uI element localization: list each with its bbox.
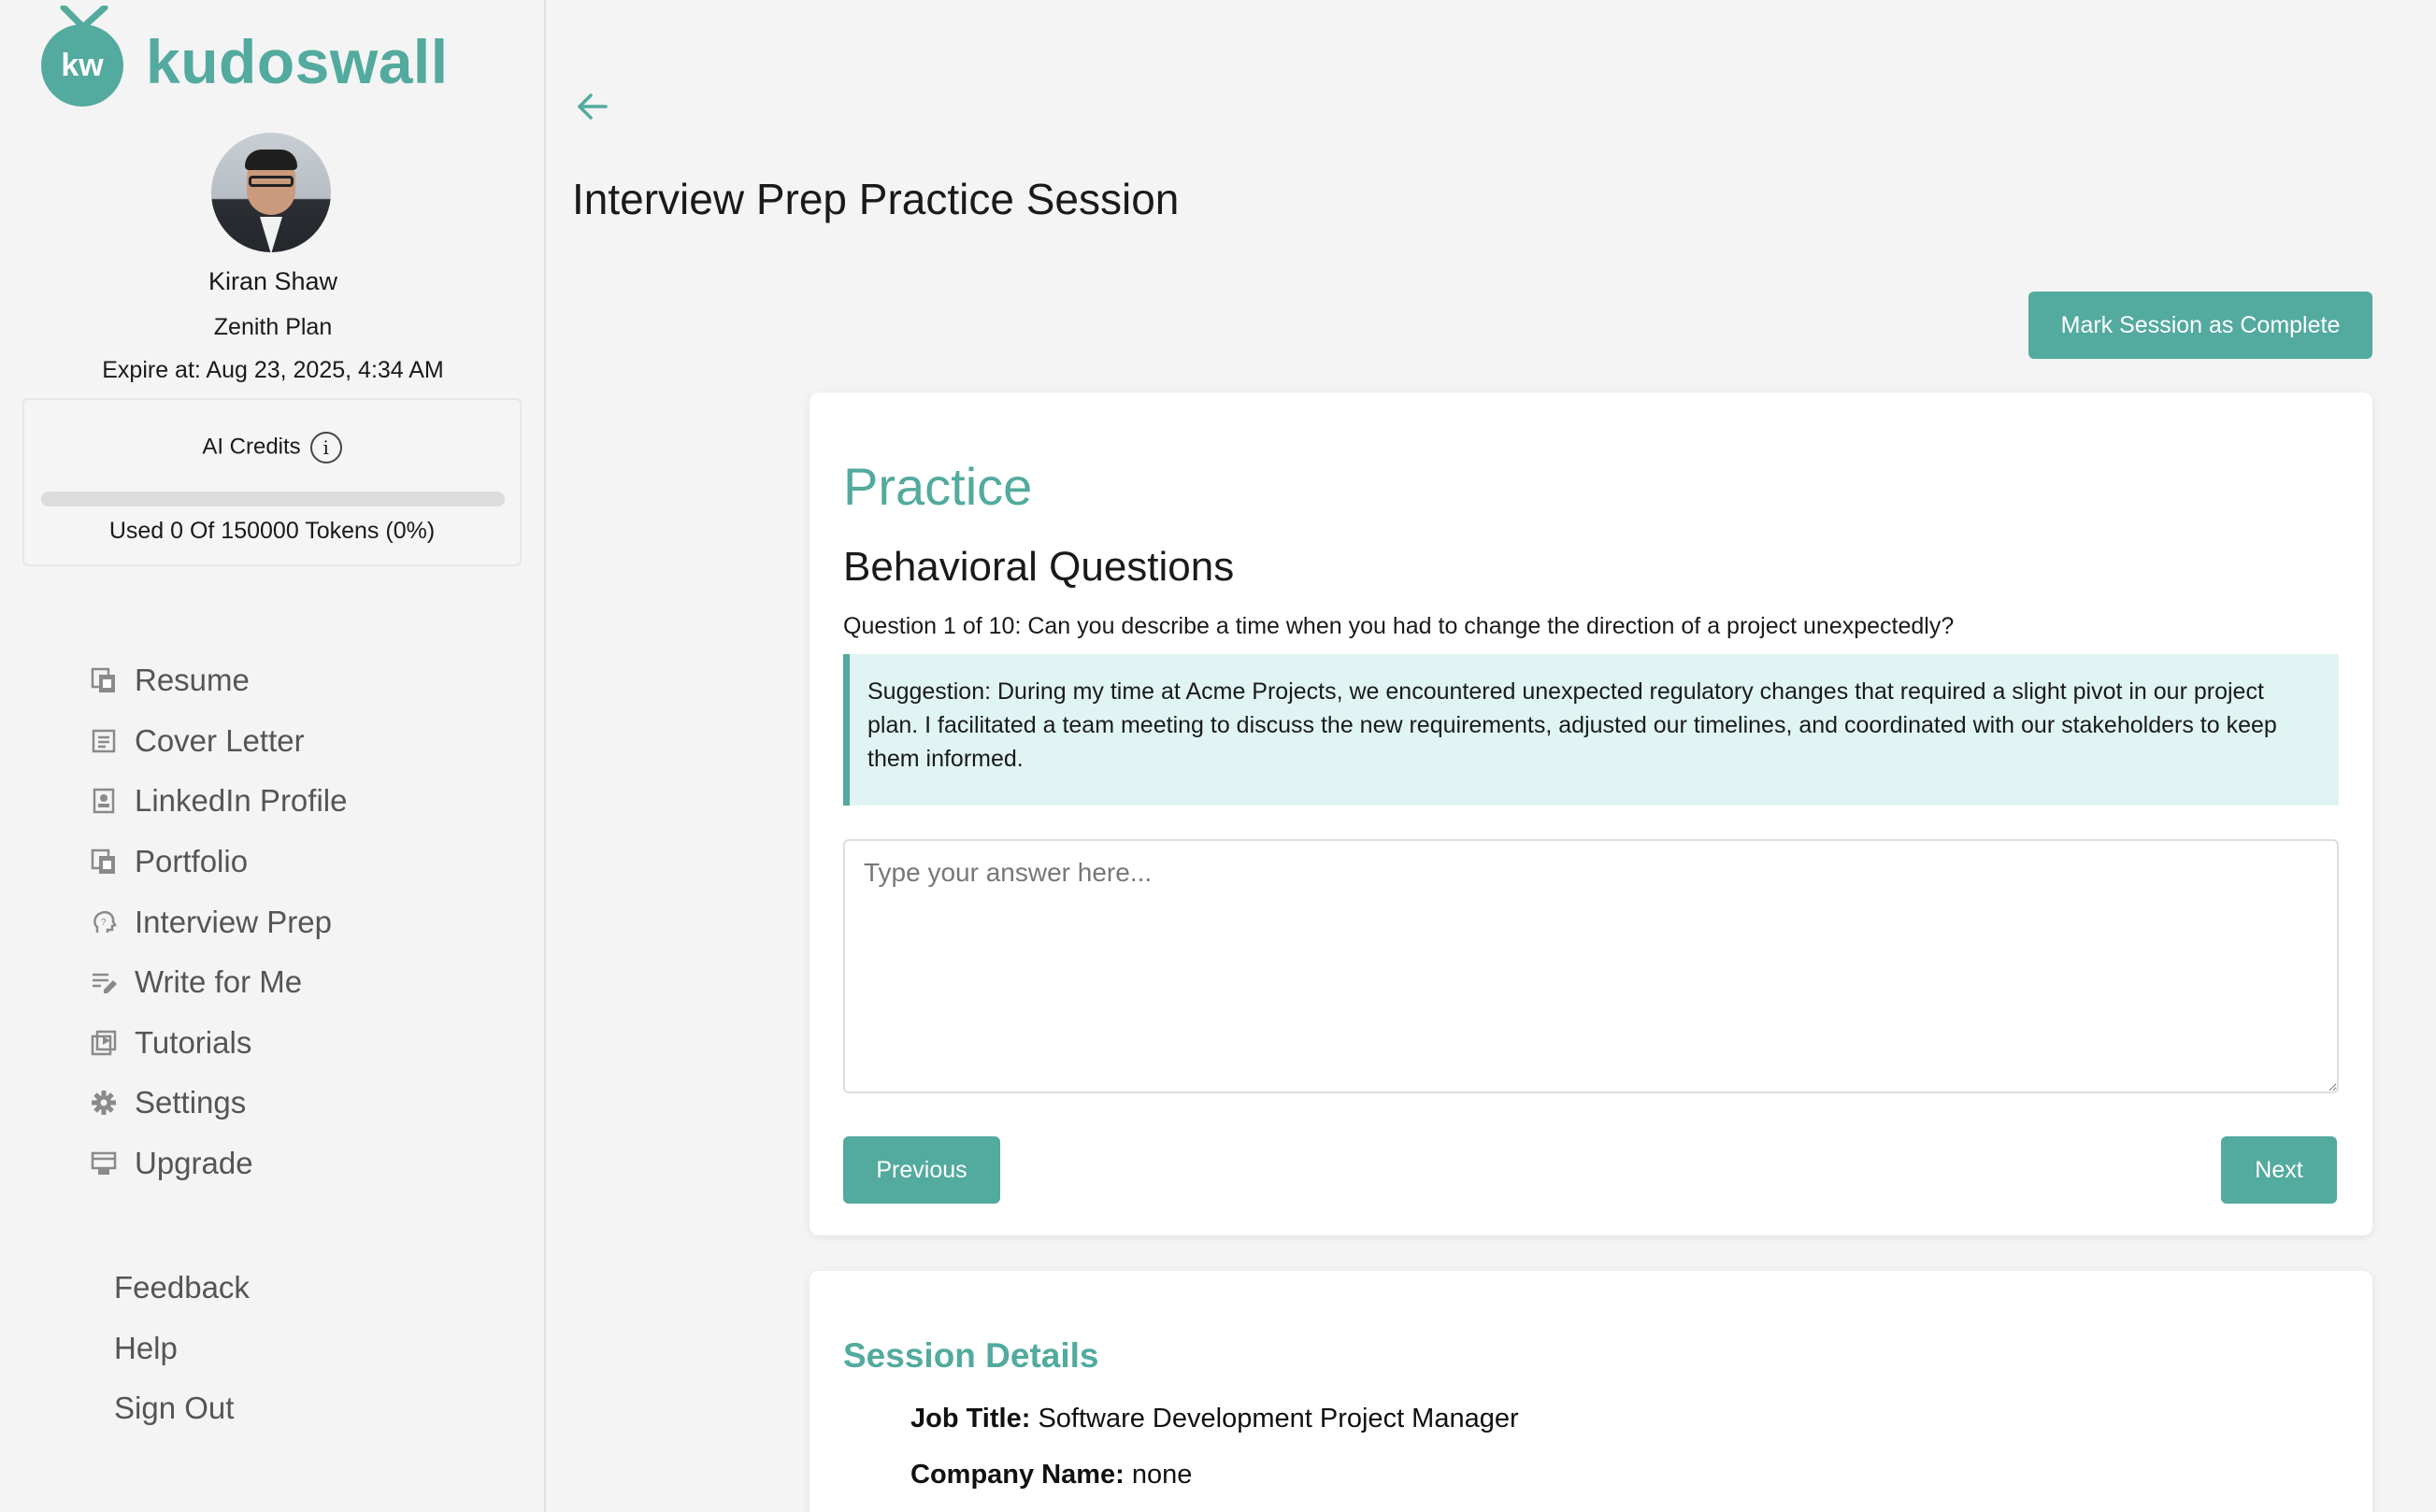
help-link[interactable]: Help bbox=[114, 1319, 250, 1379]
sidebar: kw kudoswall Kiran Shaw Zenith Plan Expi… bbox=[0, 0, 546, 1512]
job-title-row: Job Title: Software Development Project … bbox=[910, 1404, 1519, 1434]
ai-credits-label: AI Credits bbox=[202, 434, 301, 460]
sidebar-item-label: Upgrade bbox=[135, 1146, 253, 1181]
sidebar-footer-nav: Feedback Help Sign Out bbox=[114, 1258, 250, 1439]
sidebar-item-label: Resume bbox=[135, 663, 250, 698]
company-name-row: Company Name: none bbox=[910, 1460, 1192, 1491]
sidebar-item-settings[interactable]: Settings bbox=[90, 1073, 482, 1134]
sidebar-item-label: Cover Letter bbox=[135, 722, 305, 758]
sidebar-item-write-for-me[interactable]: Write for Me bbox=[90, 952, 482, 1013]
resume-icon bbox=[91, 668, 115, 693]
sidebar-item-label: Interview Prep bbox=[135, 904, 332, 939]
sidebar-item-cover-letter[interactable]: Cover Letter bbox=[90, 711, 482, 772]
portfolio-icon bbox=[91, 849, 115, 875]
sidebar-item-linkedin-profile[interactable]: LinkedIn Profile bbox=[90, 771, 482, 832]
sidebar-item-tutorials[interactable]: Tutorials bbox=[90, 1013, 482, 1074]
sidebar-item-label: LinkedIn Profile bbox=[135, 783, 348, 819]
sidebar-item-resume[interactable]: Resume bbox=[90, 650, 482, 711]
svg-text:?: ? bbox=[101, 918, 107, 928]
user-plan: Zenith Plan bbox=[213, 314, 333, 340]
sidebar-item-label: Write for Me bbox=[135, 964, 303, 1000]
practice-title: Practice bbox=[843, 457, 1033, 516]
session-details-title: Session Details bbox=[843, 1336, 1099, 1375]
logo-text: kudoswall bbox=[146, 27, 449, 96]
info-icon[interactable]: i bbox=[309, 432, 342, 464]
feedback-link[interactable]: Feedback bbox=[114, 1258, 250, 1319]
company-name-value: none bbox=[1131, 1460, 1193, 1490]
back-arrow-icon[interactable] bbox=[576, 90, 609, 123]
cover-letter-icon bbox=[92, 729, 116, 753]
sidebar-nav: Resume Cover Letter LinkedIn Profile Por… bbox=[90, 650, 482, 1193]
sign-out-link[interactable]: Sign Out bbox=[114, 1378, 250, 1439]
page-title: Interview Prep Practice Session bbox=[572, 175, 1180, 223]
logo-mark: kw bbox=[41, 24, 123, 107]
plan-expiry: Expire at: Aug 23, 2025, 4:34 AM bbox=[102, 357, 444, 383]
user-name: Kiran Shaw bbox=[208, 267, 338, 295]
tutorials-icon bbox=[91, 1030, 117, 1056]
session-details-card: Session Details Job Title: Software Deve… bbox=[810, 1271, 2372, 1512]
upgrade-icon bbox=[91, 1151, 117, 1176]
sidebar-item-portfolio[interactable]: Portfolio bbox=[90, 832, 482, 892]
previous-button[interactable]: Previous bbox=[843, 1136, 1000, 1204]
answer-input[interactable] bbox=[843, 839, 2339, 1093]
sidebar-item-label: Tutorials bbox=[135, 1024, 252, 1060]
interview-prep-icon: ? bbox=[93, 910, 117, 933]
sidebar-item-label: Settings bbox=[135, 1085, 247, 1120]
write-icon bbox=[93, 974, 117, 994]
mark-session-complete-button[interactable]: Mark Session as Complete bbox=[2028, 292, 2372, 359]
question-text: Question 1 of 10: Can you describe a tim… bbox=[843, 613, 1955, 639]
logo[interactable]: kw kudoswall bbox=[41, 6, 452, 110]
practice-card: Practice Behavioral Questions Question 1… bbox=[810, 392, 2372, 1235]
linkedin-profile-icon bbox=[93, 789, 115, 814]
ai-credits-title: AI Credits i bbox=[24, 432, 520, 464]
question-category: Behavioral Questions bbox=[843, 544, 1235, 590]
sidebar-item-interview-prep[interactable]: ? Interview Prep bbox=[90, 892, 482, 952]
next-button[interactable]: Next bbox=[2221, 1136, 2337, 1204]
company-name-label: Company Name: bbox=[910, 1460, 1125, 1490]
credits-used-text: Used 0 Of 150000 Tokens (0%) bbox=[108, 518, 436, 544]
job-title-value: Software Development Project Manager bbox=[1038, 1404, 1519, 1434]
gear-icon bbox=[92, 1091, 116, 1116]
suggestion-box: Suggestion: During my time at Acme Proje… bbox=[843, 654, 2339, 806]
sidebar-item-label: Portfolio bbox=[135, 844, 249, 879]
ai-credits-panel: AI Credits i Used 0 Of 150000 Tokens (0%) bbox=[22, 398, 522, 566]
job-title-label: Job Title: bbox=[910, 1404, 1031, 1434]
sidebar-item-upgrade[interactable]: Upgrade bbox=[90, 1134, 482, 1194]
credits-progress-bar bbox=[41, 492, 505, 506]
avatar bbox=[211, 133, 331, 252]
